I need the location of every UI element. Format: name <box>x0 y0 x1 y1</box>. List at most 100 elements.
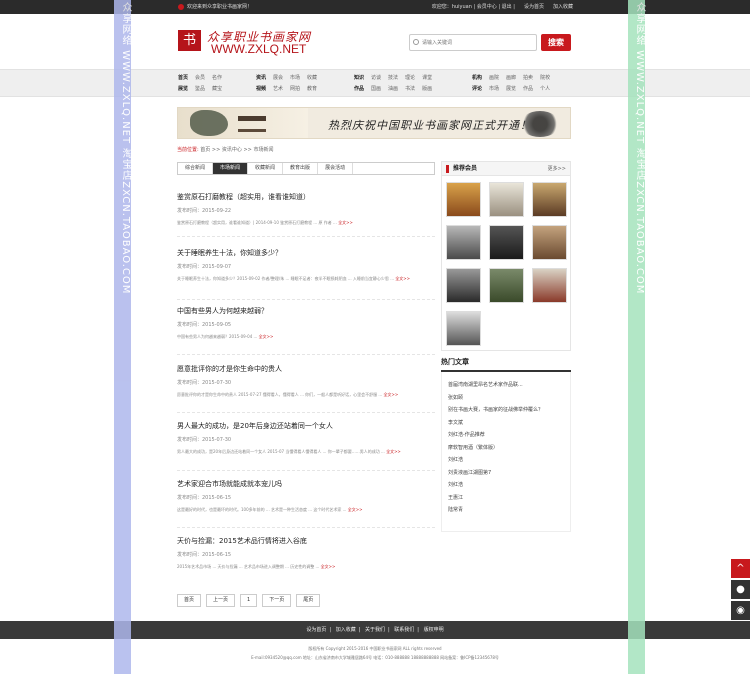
nav-item[interactable]: 知识 <box>354 73 364 84</box>
username-link[interactable]: huiyuan <box>452 4 472 10</box>
nav-item[interactable]: 资讯 <box>256 73 266 84</box>
footer-copyright-notice[interactable]: 版权申明 <box>424 627 444 633</box>
search-box[interactable] <box>409 34 537 51</box>
nav-item[interactable]: 机构 <box>472 73 482 84</box>
tab-education[interactable]: 教育出版 <box>283 163 319 174</box>
first-page-button[interactable]: 首页 <box>177 594 202 607</box>
nav-item[interactable]: 藏宝 <box>212 84 222 95</box>
nav-item[interactable]: 网拍 <box>290 84 300 95</box>
nav-item[interactable]: 课堂 <box>422 73 432 84</box>
footer-about[interactable]: 关于我们 <box>365 627 385 633</box>
nav-item[interactable]: 院校 <box>540 73 550 84</box>
read-more-link[interactable]: 全文>> <box>348 507 363 512</box>
tab-collection-news[interactable]: 收藏新闻 <box>248 163 284 174</box>
read-more-link[interactable]: 全文>> <box>259 334 274 339</box>
nav-item[interactable]: 访谈 <box>371 73 381 84</box>
nav-item[interactable]: 艺术 <box>273 84 283 95</box>
next-page-button[interactable]: 下一页 <box>262 594 292 607</box>
promo-banner[interactable]: 热烈庆祝中国职业书画家网正式开通！ <box>177 107 571 139</box>
member-avatar[interactable] <box>446 268 481 303</box>
more-members-link[interactable]: 更多>> <box>548 162 566 176</box>
footer-add-favorite[interactable]: 加入收藏 <box>336 627 356 633</box>
search-button[interactable]: 搜索 <box>541 34 571 51</box>
article-title[interactable]: 鉴赏原石打磨教程（超实用，谁看谁知道） <box>177 192 435 202</box>
nav-item[interactable]: 作品 <box>523 84 533 95</box>
member-avatar[interactable] <box>532 225 567 260</box>
article-title[interactable]: 关于睡眠养生十法，你知道多少？ <box>177 248 435 258</box>
tab-market-news[interactable]: 市场新闻 <box>213 163 249 174</box>
search-input[interactable] <box>410 35 536 50</box>
breadcrumb-home[interactable]: 首页 <box>200 147 210 153</box>
footer-contact[interactable]: 联系我们 <box>394 627 414 633</box>
member-avatar[interactable] <box>446 182 481 217</box>
article-title[interactable]: 中国有些男人为何越来越弱？ <box>177 306 435 316</box>
list-item[interactable]: 刘红浩-作品推荐 <box>448 429 564 442</box>
logout-link[interactable]: 退出 <box>502 4 512 10</box>
article-title[interactable]: 愿意批评你的才是你生命中的贵人 <box>177 364 435 374</box>
wechat-icon[interactable]: ◉ <box>731 601 750 620</box>
logo-icon[interactable]: 书 <box>178 30 201 51</box>
member-avatar[interactable] <box>532 182 567 217</box>
nav-item[interactable]: 画院 <box>489 73 499 84</box>
breadcrumb-section[interactable]: 资讯中心 <box>222 147 242 153</box>
nav-item[interactable]: 画廊 <box>506 73 516 84</box>
prev-page-button[interactable]: 上一页 <box>206 594 236 607</box>
list-item[interactable]: 陆常青 <box>448 504 564 517</box>
up-arrow-icon[interactable]: ^ <box>731 559 750 578</box>
page-number[interactable]: 1 <box>240 594 258 607</box>
nav-item[interactable]: 视频 <box>256 84 266 95</box>
nav-item[interactable]: 市场 <box>290 73 300 84</box>
article-title[interactable]: 男人最大的成功，是20年后身边还站着同一个女人 <box>177 421 435 431</box>
nav-item[interactable]: 技法 <box>388 73 398 84</box>
nav-item[interactable]: 国画 <box>371 84 381 95</box>
tab-events[interactable]: 展会活动 <box>318 163 354 174</box>
member-center-link[interactable]: 会员中心 <box>477 4 497 10</box>
nav-item[interactable]: 展览 <box>178 84 188 95</box>
nav-item[interactable]: 评论 <box>472 84 482 95</box>
nav-item[interactable]: 书法 <box>405 84 415 95</box>
list-item[interactable]: 摩软智用酒（繁体版） <box>448 442 564 455</box>
read-more-link[interactable]: 全文>> <box>395 276 410 281</box>
footer-set-home[interactable]: 设为首页 <box>306 627 326 633</box>
article-title[interactable]: 艺术家迎合市场就能成就本宠儿吗 <box>177 479 435 489</box>
tab-general-news[interactable]: 综合新闻 <box>178 163 214 174</box>
nav-item[interactable]: 油画 <box>388 84 398 95</box>
list-item[interactable]: 首届湾南湖里昂名艺术家作品联... <box>448 379 564 392</box>
read-more-link[interactable]: 全文>> <box>386 449 401 454</box>
member-avatar[interactable] <box>446 311 481 346</box>
list-item[interactable]: 刘红浩 <box>448 454 564 467</box>
member-avatar[interactable] <box>489 182 524 217</box>
member-avatar[interactable] <box>489 225 524 260</box>
nav-item[interactable]: 名作 <box>212 73 222 84</box>
read-more-link[interactable]: 全文>> <box>321 564 336 569</box>
member-avatar[interactable] <box>446 225 481 260</box>
nav-item[interactable]: 展览 <box>506 84 516 95</box>
last-page-button[interactable]: 尾页 <box>296 594 321 607</box>
list-item[interactable]: 王惠江 <box>448 492 564 505</box>
read-more-link[interactable]: 全文>> <box>338 220 353 225</box>
set-home-link[interactable]: 设为首页 <box>524 0 544 14</box>
add-favorite-link[interactable]: 加入收藏 <box>553 0 573 14</box>
list-item[interactable]: 李文斌 <box>448 417 564 430</box>
nav-item[interactable]: 教育 <box>307 84 317 95</box>
nav-item[interactable]: 作品 <box>354 84 364 95</box>
logo-url[interactable]: WWW.ZXLQ.NET <box>211 42 306 56</box>
list-item[interactable]: 刘红浩 <box>448 479 564 492</box>
nav-item[interactable]: 市场 <box>489 84 499 95</box>
list-item[interactable]: 刘贵液画江湖图第7 <box>448 467 564 480</box>
list-item[interactable]: 张如颐 <box>448 392 564 405</box>
member-avatar[interactable] <box>489 268 524 303</box>
user-icon[interactable]: ● <box>731 580 750 599</box>
nav-item[interactable]: 首页 <box>178 73 188 84</box>
member-avatar[interactable] <box>532 268 567 303</box>
nav-item[interactable]: 收藏 <box>307 73 317 84</box>
nav-item[interactable]: 会员 <box>195 73 205 84</box>
nav-item[interactable]: 版画 <box>422 84 432 95</box>
nav-item[interactable]: 展会 <box>273 73 283 84</box>
read-more-link[interactable]: 全文>> <box>384 392 399 397</box>
nav-item[interactable]: 鉴品 <box>195 84 205 95</box>
list-item[interactable]: 别在书画大赛，书画家的征战佛举仲覆么？ <box>448 404 564 417</box>
article-title[interactable]: 天价与捡漏：2015艺术品行情将进入谷底 <box>177 536 435 546</box>
nav-item[interactable]: 理论 <box>405 73 415 84</box>
nav-item[interactable]: 个人 <box>540 84 550 95</box>
